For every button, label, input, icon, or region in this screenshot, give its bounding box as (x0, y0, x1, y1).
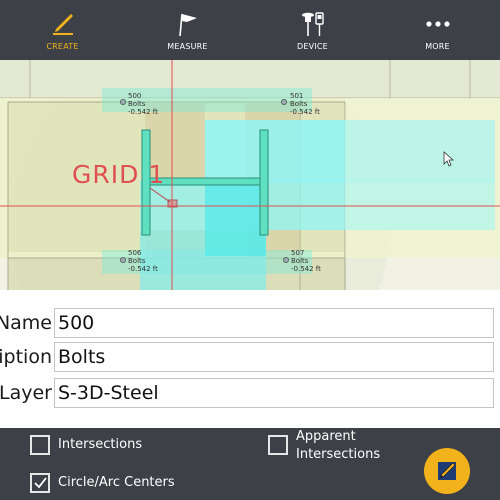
ellipsis-icon (424, 10, 452, 38)
name-label: Name (0, 312, 52, 334)
point-label-501: 501 Bolts -0.542 ft (290, 92, 320, 116)
tab-device[interactable]: DEVICE (250, 0, 375, 60)
apparent-intersections-checkbox[interactable] (268, 435, 288, 455)
layer-row: Layer S-3D-Steel (0, 378, 500, 408)
top-toolbar: CREATE MEASURE DEVICE MORE (0, 0, 500, 60)
tab-create-label: CREATE (46, 42, 79, 51)
circle-arc-centers-label: Circle/Arc Centers (58, 475, 175, 490)
point-form: Name 500 Description Bolts Layer S-3D-St… (0, 290, 500, 428)
checkmark-icon (34, 477, 47, 489)
intersections-label: Intersections (58, 437, 143, 452)
apparent-intersections-label: Apparent Intersections (296, 429, 381, 462)
tab-more-label: MORE (425, 42, 450, 51)
pencil-icon (49, 10, 77, 38)
tab-more[interactable]: MORE (375, 0, 500, 60)
point-label-507: 507 Bolts -0.542 ft (291, 249, 321, 273)
description-input[interactable]: Bolts (54, 342, 494, 372)
name-row: Name 500 (0, 308, 500, 338)
store-point-button[interactable] (424, 448, 470, 494)
intersections-checkbox[interactable] (30, 435, 50, 455)
layer-label: Layer (0, 382, 52, 404)
name-input[interactable]: 500 (54, 308, 494, 338)
description-row: Description Bolts (0, 342, 500, 372)
flag-icon (174, 10, 202, 38)
point-label-500: 500 Bolts -0.542 ft (128, 92, 158, 116)
description-label: Description (0, 346, 52, 368)
map-view[interactable]: GRID 1 500 Bolts -0.542 ft 501 Bolts -0.… (0, 60, 500, 290)
point-label-506: 506 Bolts -0.542 ft (128, 249, 158, 273)
store-pencil-icon (438, 462, 456, 480)
grid-label: GRID 1 (72, 160, 166, 189)
layer-input[interactable]: S-3D-Steel (54, 378, 494, 408)
app-root: CREATE MEASURE DEVICE MORE GRID 1 500 Bo… (0, 0, 500, 500)
device-icon (299, 10, 327, 38)
tab-measure-label: MEASURE (167, 42, 208, 51)
tab-device-label: DEVICE (297, 42, 328, 51)
tab-create[interactable]: CREATE (0, 0, 125, 60)
tab-measure[interactable]: MEASURE (125, 0, 250, 60)
circle-arc-centers-checkbox[interactable] (30, 473, 50, 493)
